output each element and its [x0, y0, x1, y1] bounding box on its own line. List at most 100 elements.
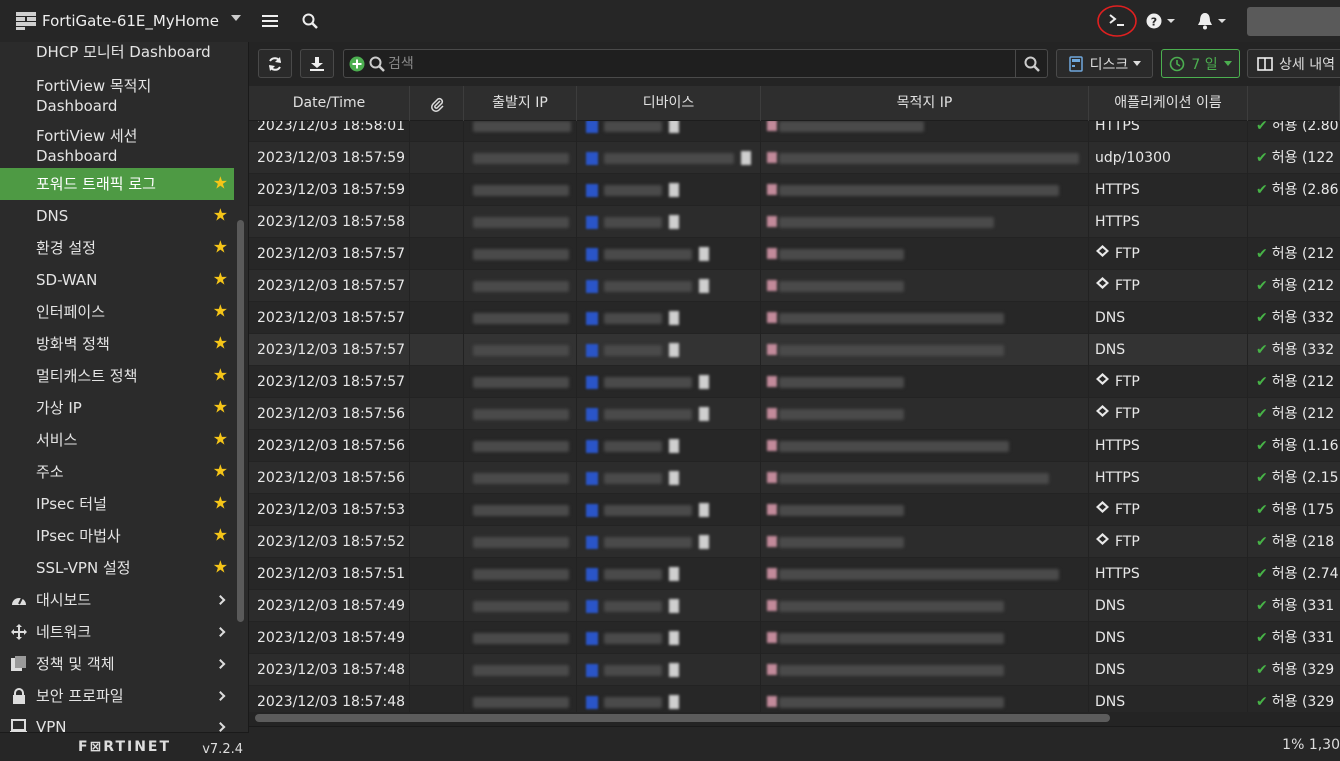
help-menu-button[interactable]: ?	[1144, 0, 1180, 42]
log-search-bar[interactable]	[343, 49, 1048, 78]
sidebar-section[interactable]: 대시보드	[0, 584, 234, 616]
table-row[interactable]: 2023/12/03 18:57:57 DNS ✔ 허용 (332	[249, 334, 1340, 366]
sidebar-item[interactable]: 가상 IP ★	[0, 392, 234, 424]
time-range-dropdown[interactable]: 7 일	[1161, 49, 1240, 78]
svg-text:?: ?	[1151, 16, 1157, 29]
device-type-icon	[586, 184, 598, 197]
search-submit-button[interactable]	[1015, 50, 1047, 77]
sidebar-section[interactable]: 보안 프로파일	[0, 680, 234, 712]
cell-destination-ip	[761, 622, 1089, 654]
column-header-source-ip[interactable]: 출발지 IP	[464, 86, 577, 121]
table-row[interactable]: 2023/12/03 18:57:57 FTP ✔ 허용 (212	[249, 238, 1340, 270]
table-row[interactable]: 2023/12/03 18:57:52 FTP ✔ 허용 (218	[249, 526, 1340, 558]
details-toggle-button[interactable]: 상세 내역	[1247, 49, 1340, 78]
sidebar-item[interactable]: 서비스 ★	[0, 424, 234, 456]
sidebar-item[interactable]: FortiView 목적지 Dashboard	[0, 72, 234, 120]
device-status-icon	[669, 311, 679, 325]
column-header-datetime[interactable]: Date/Time	[249, 86, 410, 121]
sidebar-item[interactable]: DHCP 모니터 Dashboard	[0, 42, 234, 62]
ftp-app-icon	[1095, 494, 1110, 526]
hamburger-menu-button[interactable]	[257, 0, 283, 42]
sidebar-item[interactable]: 방화벽 정책 ★	[0, 328, 234, 360]
sidebar-section[interactable]: 정책 및 객체	[0, 648, 234, 680]
favorite-star-icon[interactable]: ★	[213, 495, 228, 513]
cell-attachment	[410, 654, 464, 686]
sidebar-item[interactable]: IPsec 마법사 ★	[0, 520, 234, 552]
sidebar-item[interactable]: 멀티캐스트 정책 ★	[0, 360, 234, 392]
favorite-star-icon[interactable]: ★	[213, 207, 228, 225]
horizontal-scrollbar-thumb[interactable]	[255, 714, 1110, 722]
favorite-star-icon[interactable]: ★	[213, 527, 228, 545]
column-header-attachment[interactable]	[410, 86, 464, 121]
favorite-star-icon[interactable]: ★	[213, 271, 228, 289]
table-row[interactable]: 2023/12/03 18:57:56 HTTPS ✔ 허용 (1.16	[249, 430, 1340, 462]
favorite-star-icon[interactable]: ★	[213, 303, 228, 321]
device-type-icon	[586, 216, 598, 229]
table-row[interactable]: 2023/12/03 18:57:57 FTP ✔ 허용 (212	[249, 270, 1340, 302]
user-menu-button[interactable]	[1247, 7, 1340, 36]
sidebar-scrollbar[interactable]	[237, 220, 244, 622]
sidebar-item[interactable]: 인터페이스 ★	[0, 296, 234, 328]
favorite-star-icon[interactable]: ★	[213, 431, 228, 449]
cell-destination-ip	[761, 121, 1089, 142]
add-filter-icon[interactable]	[349, 56, 365, 76]
sidebar-item[interactable]: FortiView 세션 Dashboard	[0, 122, 234, 170]
table-row[interactable]: 2023/12/03 18:57:48 DNS ✔ 허용 (329	[249, 654, 1340, 686]
chevron-down-icon[interactable]	[231, 15, 241, 21]
device-selector[interactable]: FortiGate-61E_MyHome	[0, 0, 249, 42]
table-row[interactable]: 2023/12/03 18:57:53 FTP ✔ 허용 (175	[249, 494, 1340, 526]
column-header-device[interactable]: 디바이스	[577, 86, 761, 121]
sidebar-item[interactable]: SSL-VPN 설정 ★	[0, 552, 234, 584]
check-icon: ✔	[1256, 694, 1268, 710]
sidebar-item[interactable]: 환경 설정 ★	[0, 232, 234, 264]
device-status-icon	[669, 439, 679, 453]
table-row[interactable]: 2023/12/03 18:57:56 HTTPS ✔ 허용 (2.15	[249, 462, 1340, 494]
notifications-button[interactable]	[1195, 0, 1231, 42]
cell-application: DNS	[1089, 302, 1248, 334]
favorite-star-icon[interactable]: ★	[213, 463, 228, 481]
refresh-button[interactable]	[258, 49, 292, 78]
redacted-ip	[473, 121, 571, 132]
sidebar-item[interactable]: 포워드 트래픽 로그 ★	[0, 168, 234, 200]
favorite-star-icon[interactable]: ★	[213, 175, 228, 193]
table-row[interactable]: 2023/12/03 18:57:59 HTTPS ✔ 허용 (2.86	[249, 174, 1340, 206]
horizontal-scrollbar[interactable]	[249, 712, 1340, 726]
table-row[interactable]: 2023/12/03 18:58:01 HTTPS ✔ 허용 (2.80	[249, 121, 1340, 142]
table-row[interactable]: 2023/12/03 18:57:57 FTP ✔ 허용 (212	[249, 366, 1340, 398]
sidebar-item[interactable]: IPsec 터널 ★	[0, 488, 234, 520]
sidebar-item[interactable]: 주소 ★	[0, 456, 234, 488]
table-row[interactable]: 2023/12/03 18:57:51 HTTPS ✔ 허용 (2.74	[249, 558, 1340, 590]
redacted-destination	[779, 185, 1059, 196]
sidebar-section[interactable]: 네트워크	[0, 616, 234, 648]
sidebar-section[interactable]: VPN	[0, 711, 234, 732]
cell-result: ✔ 허용 (218	[1248, 526, 1340, 558]
download-button[interactable]	[300, 49, 334, 78]
cell-device	[577, 558, 761, 590]
favorite-star-icon[interactable]: ★	[213, 367, 228, 385]
favorite-star-icon[interactable]: ★	[213, 399, 228, 417]
table-row[interactable]: 2023/12/03 18:57:57 DNS ✔ 허용 (332	[249, 302, 1340, 334]
column-header-destination-ip[interactable]: 목적지 IP	[761, 86, 1089, 121]
table-row[interactable]: 2023/12/03 18:57:56 FTP ✔ 허용 (212	[249, 398, 1340, 430]
table-row[interactable]: 2023/12/03 18:57:59 udp/10300 ✔ 허용 (122	[249, 142, 1340, 174]
table-row[interactable]: 2023/12/03 18:57:48 DNS ✔ 허용 (329	[249, 686, 1340, 712]
search-input[interactable]	[388, 54, 1008, 74]
cli-console-button[interactable]	[1095, 0, 1139, 42]
table-row[interactable]: 2023/12/03 18:57:49 DNS ✔ 허용 (331	[249, 590, 1340, 622]
table-row[interactable]: 2023/12/03 18:57:49 DNS ✔ 허용 (331	[249, 622, 1340, 654]
table-row[interactable]: 2023/12/03 18:57:58 HTTPS	[249, 206, 1340, 238]
sidebar-item[interactable]: DNS ★	[0, 200, 234, 232]
column-header-result[interactable]: 결	[1248, 86, 1340, 121]
favorite-star-icon[interactable]: ★	[213, 559, 228, 577]
redacted-device	[604, 601, 662, 612]
cell-source-ip	[464, 238, 577, 270]
cell-result: ✔ 허용 (2.15	[1248, 462, 1340, 494]
cell-datetime: 2023/12/03 18:57:49	[249, 590, 410, 622]
cell-source-ip	[464, 302, 577, 334]
sidebar-item[interactable]: SD-WAN ★	[0, 264, 234, 296]
favorite-star-icon[interactable]: ★	[213, 335, 228, 353]
column-header-application[interactable]: 애플리케이션 이름	[1089, 86, 1248, 121]
search-button[interactable]	[297, 0, 323, 42]
favorite-star-icon[interactable]: ★	[213, 239, 228, 257]
log-source-dropdown[interactable]: 디스크	[1056, 49, 1153, 78]
